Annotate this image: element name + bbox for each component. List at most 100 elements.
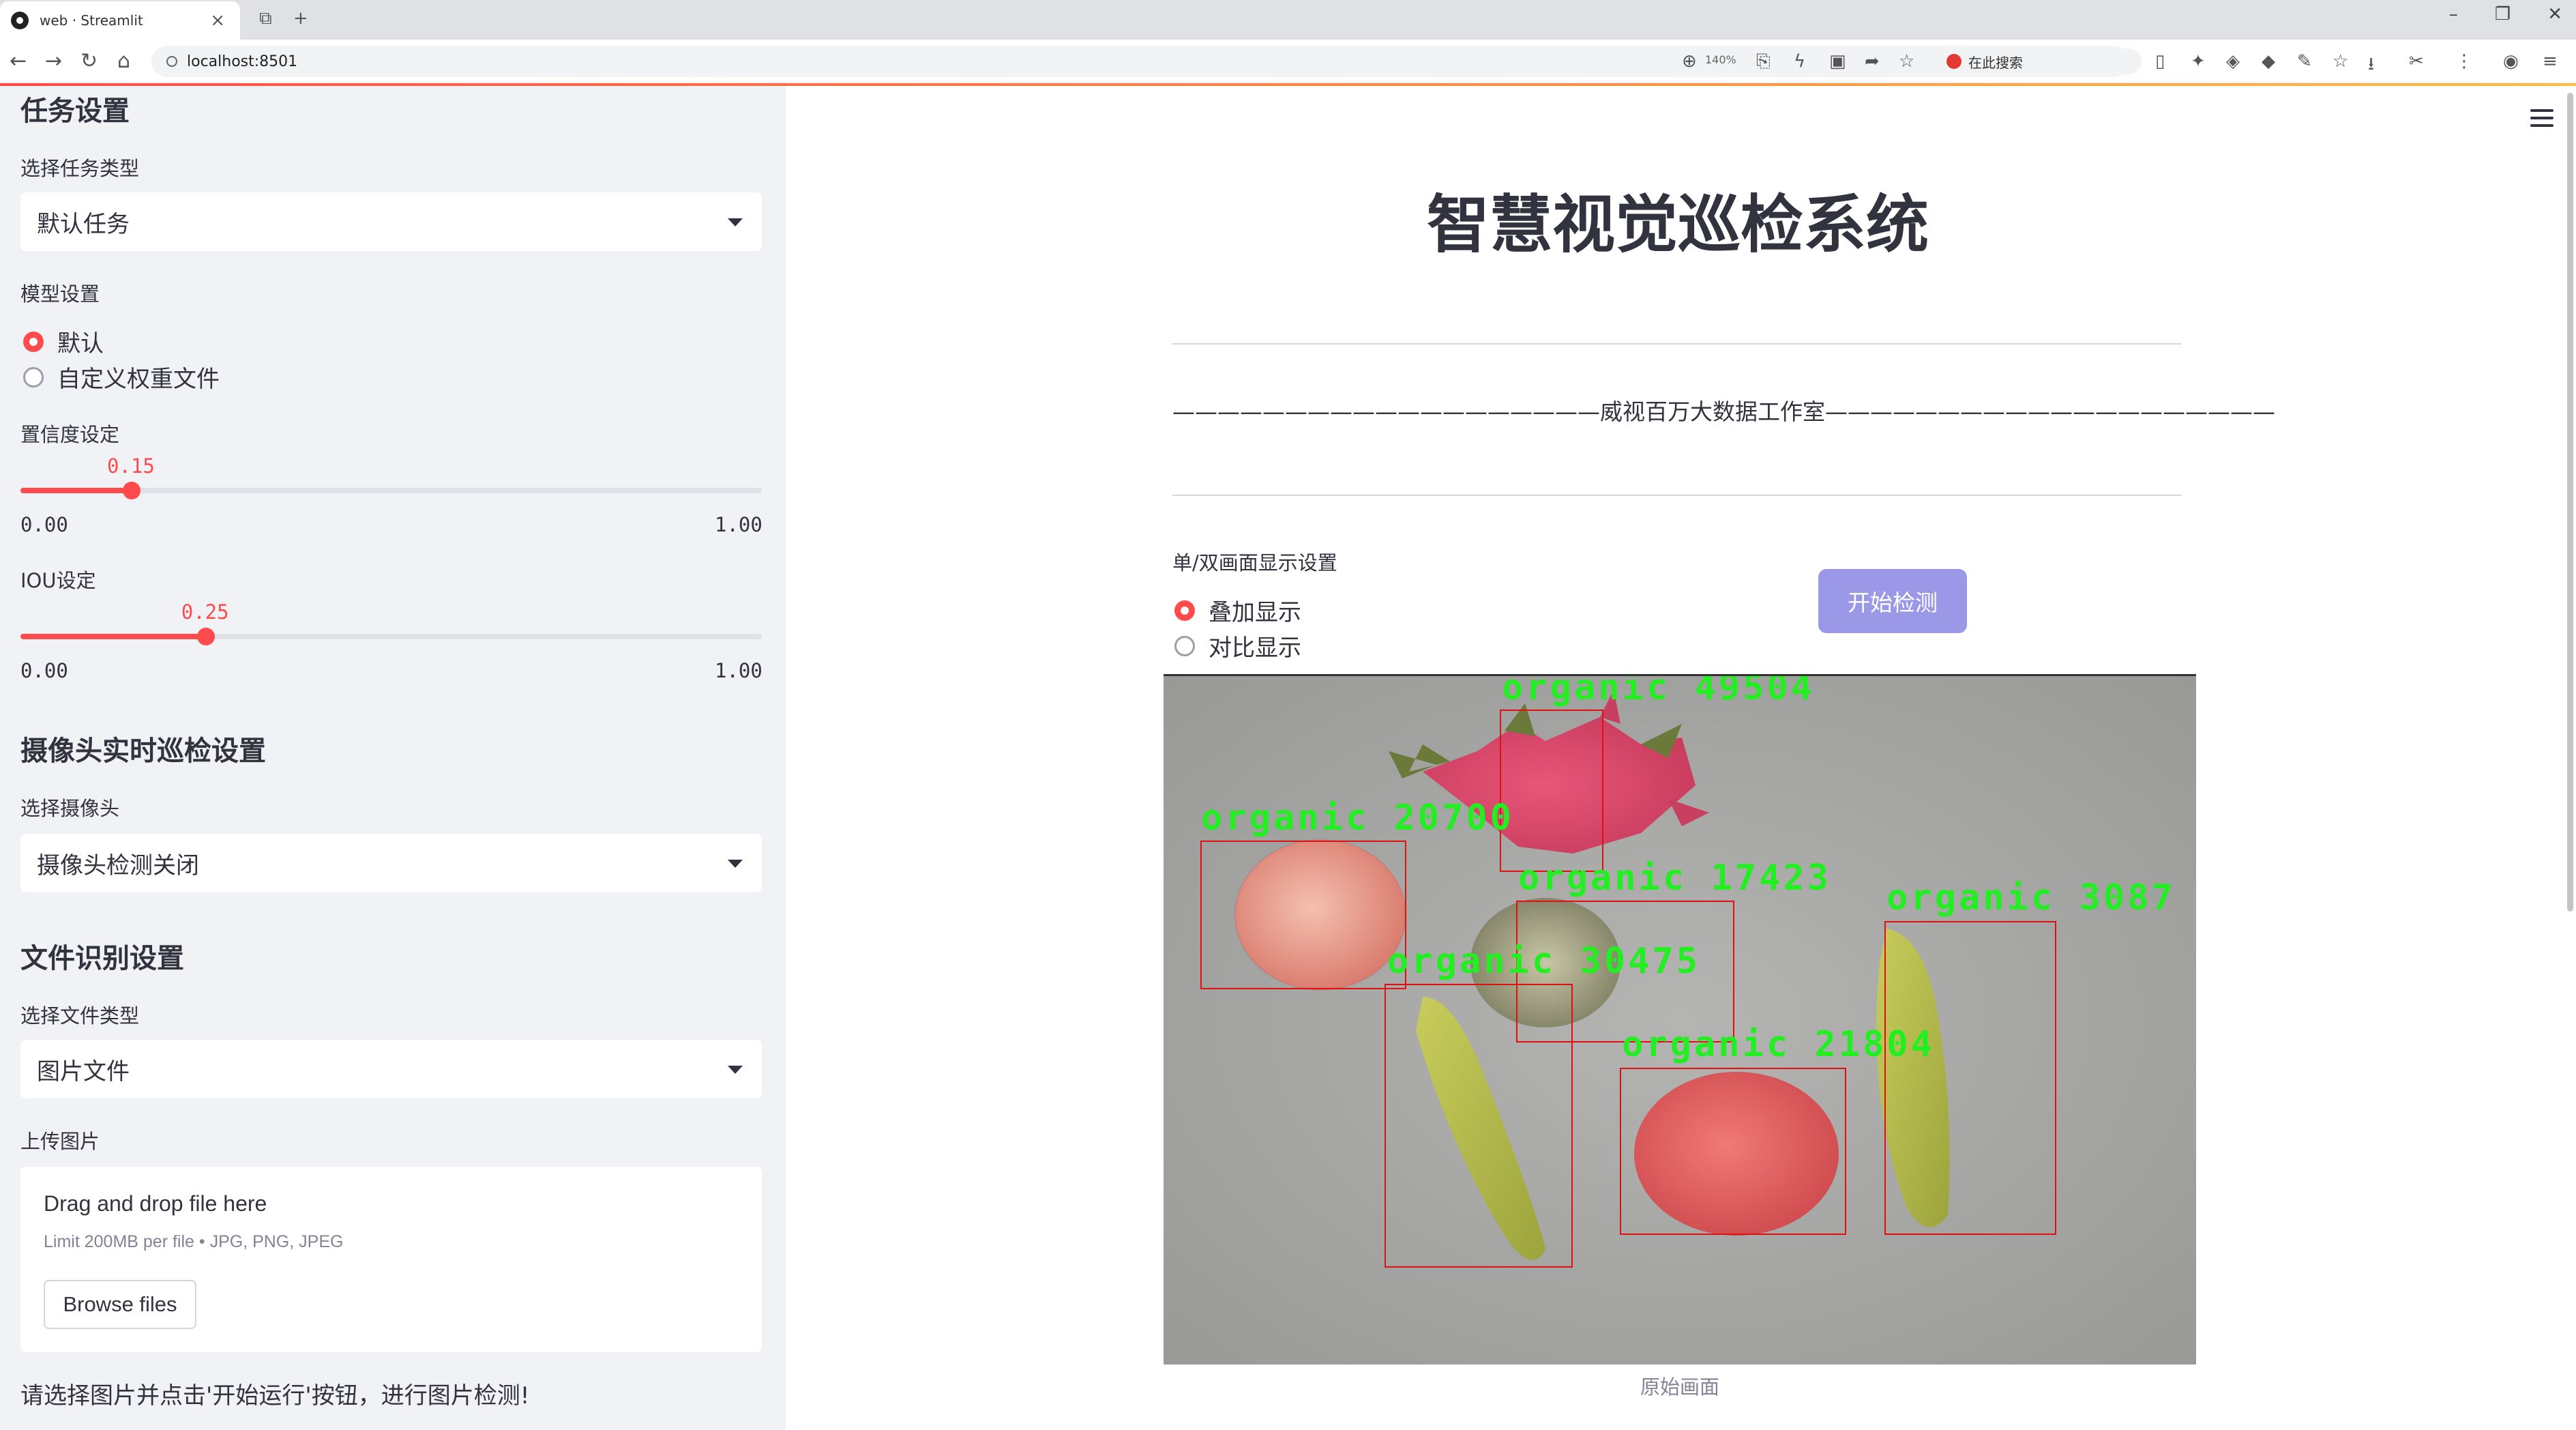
confidence-slider[interactable] <box>20 482 762 499</box>
display-mode-label: 单/双画面显示设置 <box>1172 551 1337 574</box>
file-type-label: 选择文件类型 <box>20 1004 140 1027</box>
extension-1-icon[interactable]: ✦ <box>2191 51 2206 72</box>
file-settings-header: 文件识别设置 <box>20 943 184 974</box>
task-type-select[interactable]: 默认任务 <box>20 192 762 251</box>
app-menu-icon[interactable] <box>2530 109 2553 127</box>
upload-hint: 请选择图片并点击'开始运行'按钮，进行图片检测! <box>20 1382 530 1410</box>
browse-files-button[interactable]: Browse files <box>44 1280 196 1329</box>
reader-icon[interactable]: ▯ <box>2155 51 2165 72</box>
back-icon[interactable]: ← <box>10 49 27 73</box>
detection-label: organic 30475 <box>1387 941 1700 982</box>
search-placeholder: 在此搜索 <box>1968 54 2023 71</box>
dropzone-title: Drag and drop file here <box>44 1191 267 1216</box>
divider <box>1172 495 2182 496</box>
profile-avatar-icon[interactable]: ◉ <box>2503 51 2519 72</box>
iou-min: 0.00 <box>20 659 68 682</box>
close-window-icon[interactable]: ✕ <box>2547 4 2562 25</box>
image-caption: 原始画面 <box>1640 1375 1719 1399</box>
more-menu-icon[interactable]: ⋮ <box>2455 51 2473 72</box>
task-settings-header: 任务设置 <box>20 96 130 127</box>
iou-max: 1.00 <box>715 659 763 682</box>
screenshot-icon[interactable]: ▣ <box>1829 51 1846 72</box>
upload-label: 上传图片 <box>20 1130 100 1153</box>
display-option-label: 对比显示 <box>1209 634 1301 662</box>
camera-select-value: 摄像头检测关闭 <box>37 851 199 879</box>
reload-icon[interactable]: ↻ <box>80 49 98 73</box>
display-option-label: 叠加显示 <box>1209 599 1301 626</box>
browser-tab[interactable]: web · Streamlit × <box>0 1 240 40</box>
favorite-star-icon[interactable]: ☆ <box>1899 51 1914 72</box>
tab-groups-icon[interactable]: ⧉ <box>259 8 272 29</box>
confidence-min: 0.00 <box>20 513 68 536</box>
iou-slider-fill <box>20 634 206 639</box>
detection-label: organic 17423 <box>1518 858 1831 899</box>
chevron-down-icon <box>728 1066 743 1074</box>
browser-search-box[interactable]: 在此搜索 <box>1937 48 2142 74</box>
divider <box>1172 343 2182 345</box>
detection-canvas: organic 49504 organic 20700organic 17423 o… <box>1164 676 2196 1365</box>
streamlit-favicon-icon <box>11 12 29 29</box>
site-info-icon[interactable] <box>166 56 177 67</box>
detection-label: organic 3087 <box>1886 877 2176 918</box>
display-option-overlay[interactable]: 叠加显示 <box>1174 594 1301 627</box>
confidence-value: 0.15 <box>107 454 155 478</box>
bolt-icon[interactable]: ϟ <box>1794 51 1805 72</box>
model-option-custom[interactable]: 自定义权重文件 <box>23 360 220 394</box>
zoom-level: 140% <box>1705 53 1736 66</box>
scrollbar[interactable] <box>2567 93 2573 911</box>
confidence-max: 1.00 <box>715 513 763 536</box>
camera-select-label: 选择摄像头 <box>20 797 120 820</box>
display-option-compare[interactable]: 对比显示 <box>1174 629 1301 662</box>
restore-icon[interactable]: ❐ <box>2495 4 2511 25</box>
new-tab-icon[interactable]: + <box>293 8 308 29</box>
share-icon[interactable]: ➦ <box>1865 51 1880 72</box>
model-option-label: 默认 <box>57 330 104 358</box>
tab-title: web · Streamlit <box>40 12 143 29</box>
browser-menu-icon[interactable]: ≡ <box>2543 51 2558 72</box>
extension-3-icon[interactable]: ◆ <box>2262 51 2275 72</box>
chevron-down-icon <box>728 860 743 868</box>
file-type-select[interactable]: 图片文件 <box>20 1040 762 1098</box>
detection-label: organic 49504 <box>1502 676 1815 708</box>
file-type-value: 图片文件 <box>37 1057 130 1085</box>
page-title: 智慧视觉巡检系统 <box>1426 188 1929 261</box>
forward-icon[interactable]: → <box>45 49 62 73</box>
file-dropzone[interactable]: Drag and drop file here Limit 200MB per … <box>20 1167 762 1352</box>
close-tab-icon[interactable]: × <box>210 10 225 31</box>
apple-icon <box>1235 840 1406 990</box>
iou-slider-thumb[interactable] <box>196 628 215 645</box>
zoom-icon[interactable]: ⊕ <box>1682 51 1697 72</box>
radio-selected-icon <box>23 331 44 352</box>
radio-selected-icon <box>1174 600 1195 621</box>
detection-result-image: organic 49504 organic 20700 organic 17423 o… <box>1164 674 2196 1365</box>
camera-settings-header: 摄像头实时巡检设置 <box>20 735 266 767</box>
home-icon[interactable]: ⌂ <box>117 49 130 73</box>
iou-label: IOU设定 <box>20 569 96 592</box>
radio-unselected-icon <box>23 366 44 388</box>
url-text: localhost:8501 <box>187 53 298 70</box>
iou-slider[interactable] <box>20 628 762 645</box>
model-option-default[interactable]: 默认 <box>23 325 104 358</box>
extension-2-icon[interactable]: ◈ <box>2226 51 2240 72</box>
download-arrow-icon[interactable]: ⭳ <box>2368 51 2374 81</box>
translate-icon[interactable]: ⎘ <box>1756 51 1771 72</box>
start-detection-button[interactable]: 开始检测 <box>1818 569 1967 633</box>
top-accent-bar <box>0 83 2576 86</box>
confidence-label: 置信度设定 <box>20 423 120 446</box>
task-type-value: 默认任务 <box>37 210 130 238</box>
detection-label: organic 21804 <box>1622 1024 1935 1065</box>
minimize-icon[interactable]: – <box>2449 4 2458 25</box>
model-settings-label: 模型设置 <box>20 282 100 306</box>
task-type-label: 选择任务类型 <box>20 157 140 180</box>
radio-unselected-icon <box>1174 635 1195 656</box>
confidence-slider-thumb[interactable] <box>123 482 141 499</box>
model-option-label: 自定义权重文件 <box>57 366 220 393</box>
extension-4-icon[interactable]: ✎ <box>2297 51 2312 72</box>
dropzone-limit: Limit 200MB per file • JPG, PNG, JPEG <box>44 1232 344 1251</box>
browser-tab-bar: web · Streamlit × ⧉ + – ❐ ✕ <box>0 0 2576 40</box>
chevron-down-icon <box>728 218 743 227</box>
screenshot-tool-icon[interactable]: ✂ <box>2409 51 2424 72</box>
camera-select[interactable]: 摄像头检测关闭 <box>20 834 762 892</box>
bookmark-star-icon[interactable]: ☆ <box>2333 51 2348 72</box>
address-bar-row: ← → ↻ ⌂ localhost:8501 ⊕ 140% ⎘ ϟ ▣ ➦ ☆ … <box>0 40 2576 83</box>
